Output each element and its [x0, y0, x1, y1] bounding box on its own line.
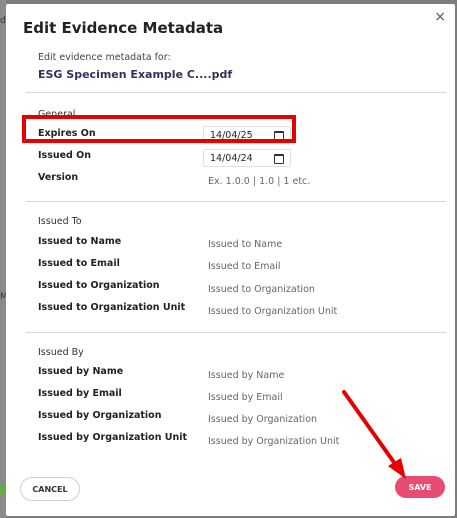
divider [26, 201, 446, 202]
issued-to-email-label: Issued to Email [38, 258, 120, 269]
issued-to-organization-unit-label: Issued to Organization Unit [38, 302, 186, 313]
calendar-icon[interactable] [274, 153, 284, 164]
divider [26, 92, 446, 93]
issued-to-organization-unit-input[interactable]: Issued to Organization Unit [208, 306, 337, 317]
issued-to-organization-input[interactable]: Issued to Organization [208, 284, 315, 295]
dialog-subtitle: Edit evidence metadata for: [38, 52, 171, 63]
dialog-title: Edit Evidence Metadata [23, 19, 224, 37]
section-issued-by-title: Issued By [38, 347, 84, 358]
issued-by-name-label: Issued by Name [38, 366, 124, 377]
issued-by-email-label: Issued by Email [38, 388, 122, 399]
version-input[interactable]: Ex. 1.0.0 | 1.0 | 1 etc. [208, 176, 310, 187]
issued-on-date-input[interactable]: 14/04/24 [203, 149, 291, 167]
file-name: ESG Specimen Example C....pdf [38, 68, 233, 81]
issued-by-organization-input[interactable]: Issued by Organization [208, 414, 317, 425]
save-button[interactable]: SAVE [395, 476, 445, 498]
issued-to-email-input[interactable]: Issued to Email [208, 261, 281, 272]
issued-on-label: Issued On [38, 150, 91, 161]
section-issued-to-title: Issued To [38, 216, 82, 227]
cancel-button[interactable]: CANCEL [20, 477, 80, 501]
issued-by-organization-label: Issued by Organization [38, 410, 162, 421]
issued-to-name-label: Issued to Name [38, 236, 122, 247]
divider [26, 332, 446, 333]
issued-to-organization-label: Issued to Organization [38, 280, 160, 291]
issued-by-email-input[interactable]: Issued by Email [208, 392, 283, 403]
expires-on-highlight [22, 115, 296, 143]
issued-by-organization-unit-input[interactable]: Issued by Organization Unit [208, 436, 339, 447]
issued-by-name-input[interactable]: Issued by Name [208, 370, 284, 381]
issued-by-organization-unit-label: Issued by Organization Unit [38, 432, 188, 443]
close-icon[interactable]: × [434, 7, 446, 27]
issued-on-value: 14/04/24 [210, 152, 253, 164]
issued-to-name-input[interactable]: Issued to Name [208, 239, 282, 250]
version-label: Version [38, 172, 79, 183]
edit-metadata-dialog: × Edit Evidence Metadata Edit evidence m… [6, 4, 455, 516]
